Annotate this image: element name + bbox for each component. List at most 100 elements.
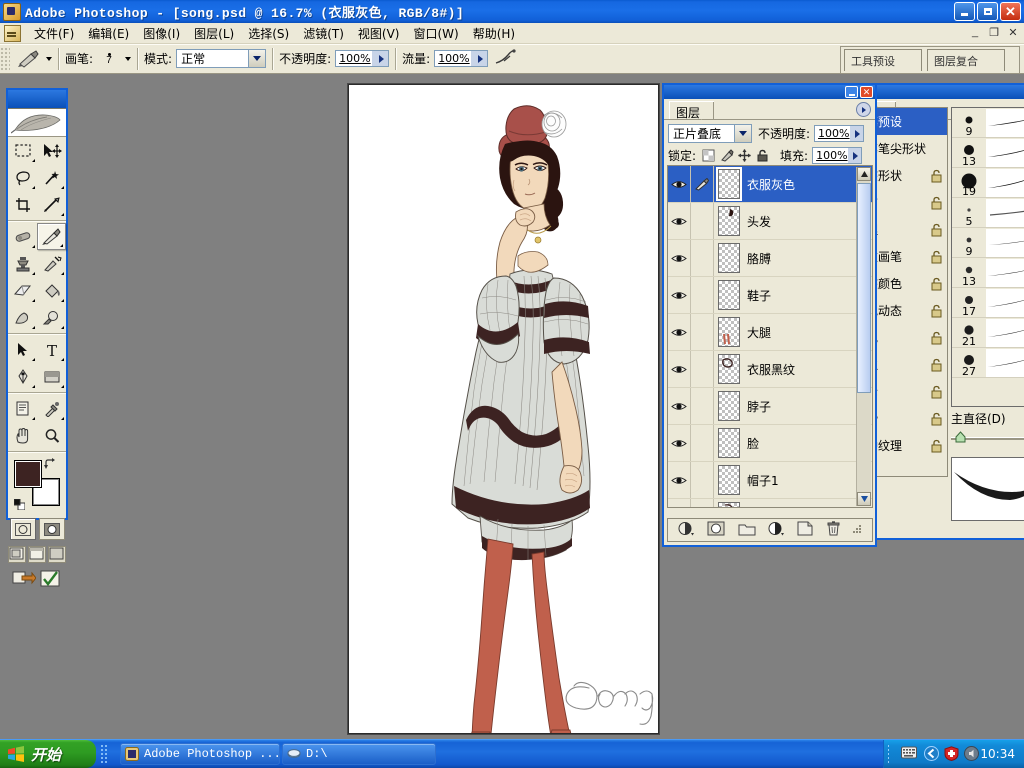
add-layer-mask-button[interactable] bbox=[707, 521, 725, 539]
layer-visibility-toggle[interactable] bbox=[668, 314, 691, 350]
zoom-tool[interactable] bbox=[37, 422, 66, 449]
layer-link-cell[interactable] bbox=[691, 203, 714, 239]
blend-mode-select[interactable]: 正常 bbox=[176, 49, 267, 68]
tab-layers[interactable]: 图层 bbox=[669, 101, 715, 120]
palette-well-tab-tool-presets[interactable]: 工具预设 bbox=[844, 49, 922, 71]
table-row[interactable]: 脸 bbox=[668, 425, 872, 462]
current-tool-brush-icon[interactable] bbox=[16, 48, 42, 70]
swap-colors-icon[interactable] bbox=[44, 458, 56, 473]
blur-tool[interactable] bbox=[8, 304, 37, 331]
lock-icon[interactable] bbox=[930, 385, 943, 399]
brush-preset-item[interactable]: 17 bbox=[952, 288, 1024, 318]
document-close-button[interactable]: ✕ bbox=[1006, 25, 1020, 39]
menu-edit[interactable]: 编辑(E) bbox=[81, 23, 136, 44]
layer-link-cell[interactable] bbox=[691, 425, 714, 461]
hide-tray-icon[interactable] bbox=[924, 746, 940, 762]
foreground-color-swatch[interactable] bbox=[14, 460, 42, 488]
jump-check-icon[interactable] bbox=[40, 569, 62, 591]
brush-picker-chevron-down-icon[interactable] bbox=[125, 56, 132, 61]
opacity-input[interactable]: 100% bbox=[335, 50, 390, 67]
brush-preset-list[interactable]: 9 13 19 5 9 13 17 21 27 bbox=[951, 107, 1024, 407]
brush-preset-item[interactable]: 5 bbox=[952, 198, 1024, 228]
canvas[interactable] bbox=[348, 84, 659, 734]
table-row[interactable]: 大腿 bbox=[668, 314, 872, 351]
flow-input[interactable]: 100% bbox=[434, 50, 489, 67]
scrollbar-thumb[interactable] bbox=[857, 183, 871, 393]
taskbar-item-photoshop[interactable]: Adobe Photoshop ... bbox=[120, 743, 280, 765]
chevron-down-icon[interactable] bbox=[248, 50, 266, 67]
table-row[interactable]: 帽子1 bbox=[668, 462, 872, 499]
brush-preset-item[interactable]: 27 bbox=[952, 348, 1024, 378]
lock-icon[interactable] bbox=[930, 277, 943, 291]
menu-image[interactable]: 图像(I) bbox=[136, 23, 187, 44]
menu-view[interactable]: 视图(V) bbox=[351, 23, 407, 44]
brush-preset-item[interactable]: 19 bbox=[952, 168, 1024, 198]
layer-opacity-slider-button[interactable] bbox=[849, 126, 864, 141]
hand-tool[interactable] bbox=[8, 422, 37, 449]
type-tool[interactable]: T bbox=[37, 336, 66, 363]
lock-icon[interactable] bbox=[930, 169, 943, 183]
clone-stamp-tool[interactable] bbox=[8, 250, 37, 277]
scroll-up-button[interactable] bbox=[857, 167, 871, 181]
window-close-button[interactable]: ✕ bbox=[1000, 2, 1021, 21]
history-brush-tool[interactable] bbox=[37, 250, 66, 277]
security-shield-icon[interactable] bbox=[944, 746, 960, 762]
chevron-down-icon[interactable] bbox=[734, 125, 751, 142]
layer-blend-mode-select[interactable]: 正片叠底 bbox=[668, 124, 752, 143]
move-tool[interactable] bbox=[37, 137, 66, 164]
paint-bucket-tool[interactable] bbox=[37, 277, 66, 304]
pen-tool[interactable] bbox=[8, 363, 37, 390]
document-minimize-button[interactable]: _ bbox=[968, 25, 982, 39]
path-selection-tool[interactable] bbox=[8, 336, 37, 363]
layer-visibility-toggle[interactable] bbox=[668, 166, 691, 202]
start-button[interactable]: 开始 bbox=[0, 740, 96, 768]
layer-link-cell[interactable] bbox=[691, 314, 714, 350]
brush-preset-item[interactable]: 13 bbox=[952, 138, 1024, 168]
eyedropper-tool[interactable] bbox=[37, 395, 66, 422]
options-bar-grip[interactable] bbox=[0, 46, 10, 71]
menu-filter[interactable]: 滤镜(T) bbox=[296, 23, 351, 44]
brush-tool[interactable] bbox=[37, 223, 66, 250]
layers-palette-minimize-button[interactable] bbox=[845, 86, 858, 98]
lock-icon[interactable] bbox=[930, 250, 943, 264]
slice-tool[interactable] bbox=[37, 191, 66, 218]
layer-visibility-toggle[interactable] bbox=[668, 425, 691, 461]
full-screen-menubar-mode-button[interactable] bbox=[28, 546, 46, 563]
lock-image-icon[interactable] bbox=[718, 148, 735, 164]
layer-visibility-toggle[interactable] bbox=[668, 203, 691, 239]
flow-slider-button[interactable] bbox=[471, 51, 488, 66]
layer-fill-slider-button[interactable] bbox=[847, 148, 862, 163]
layer-visibility-toggle[interactable] bbox=[668, 240, 691, 276]
notes-tool[interactable] bbox=[8, 395, 37, 422]
brush-preset-item[interactable]: 21 bbox=[952, 318, 1024, 348]
layer-link-cell[interactable] bbox=[691, 499, 714, 507]
taskbar-grip[interactable] bbox=[100, 744, 108, 764]
lock-icon[interactable] bbox=[930, 412, 943, 426]
layer-visibility-toggle[interactable] bbox=[668, 499, 691, 507]
menu-file[interactable]: 文件(F) bbox=[27, 23, 81, 44]
window-minimize-button[interactable] bbox=[954, 2, 975, 21]
layer-active-brush-icon[interactable] bbox=[691, 166, 714, 202]
table-row[interactable]: 脖子 bbox=[668, 388, 872, 425]
eraser-tool[interactable] bbox=[8, 277, 37, 304]
layer-visibility-toggle[interactable] bbox=[668, 388, 691, 424]
menu-select[interactable]: 选择(S) bbox=[241, 23, 296, 44]
menu-window[interactable]: 窗口(W) bbox=[406, 23, 465, 44]
layer-style-button[interactable] bbox=[678, 521, 695, 539]
brush-preset-item[interactable]: 9 bbox=[952, 108, 1024, 138]
toolbox-titlebar[interactable] bbox=[8, 90, 66, 109]
magic-wand-tool[interactable] bbox=[37, 164, 66, 191]
window-maximize-button[interactable] bbox=[977, 2, 998, 21]
lock-icon[interactable] bbox=[930, 304, 943, 318]
layers-palette-titlebar[interactable]: ✕ bbox=[664, 85, 875, 99]
layer-link-cell[interactable] bbox=[691, 462, 714, 498]
taskbar-item-explorer[interactable]: D:\ bbox=[282, 743, 436, 765]
opacity-slider-button[interactable] bbox=[372, 51, 389, 66]
lock-transparency-icon[interactable] bbox=[700, 148, 717, 164]
menu-layer[interactable]: 图层(L) bbox=[187, 23, 241, 44]
rectangle-shape-tool[interactable] bbox=[37, 363, 66, 390]
lock-all-icon[interactable] bbox=[754, 148, 771, 164]
lock-icon[interactable] bbox=[930, 223, 943, 237]
lock-icon[interactable] bbox=[930, 439, 943, 453]
lock-icon[interactable] bbox=[930, 196, 943, 210]
